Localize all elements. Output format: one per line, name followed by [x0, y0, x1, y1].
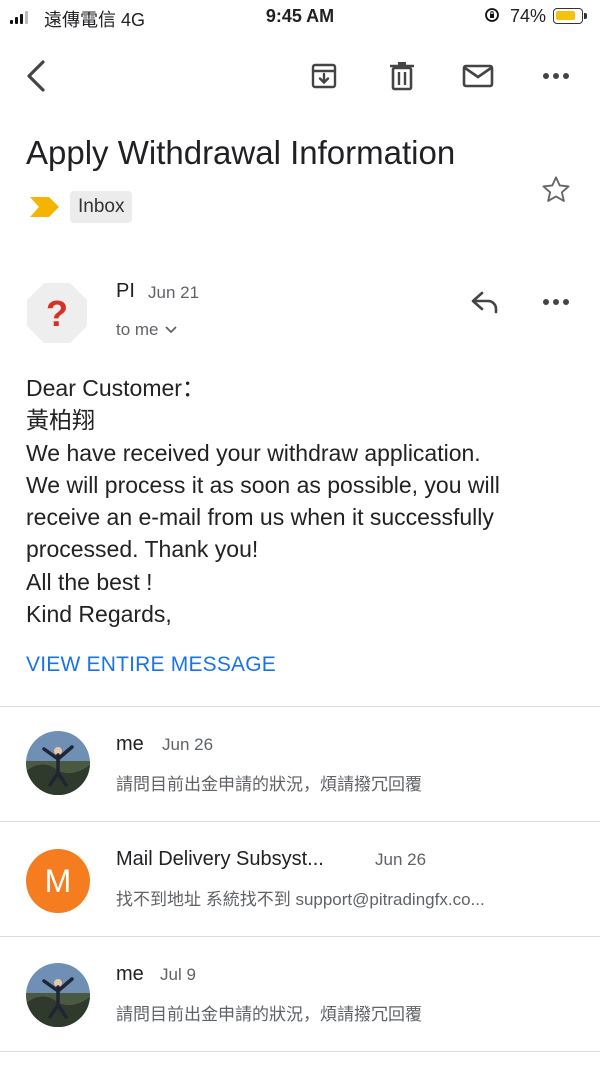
- message-more-button[interactable]: [536, 282, 576, 322]
- thread-message-item[interactable]: me Jul 9 請問目前出金申請的狀況，煩請撥冗回覆: [0, 937, 600, 1051]
- thread-sender: Mail Delivery Subsyst...: [116, 848, 324, 870]
- trash-icon: [390, 62, 414, 91]
- thread-snippet: 請問目前出金申請的狀況，煩請撥冗回覆: [116, 1005, 422, 1024]
- more-options-button[interactable]: [536, 56, 576, 96]
- thread-message-item[interactable]: M Mail Delivery Subsyst... Jun 26 找不到地址 …: [0, 822, 600, 936]
- body-line: processed. Thank you!: [26, 536, 259, 563]
- avatar-photo: [26, 963, 90, 1027]
- chevron-down-icon: [164, 326, 177, 334]
- battery-percent: 74%: [510, 6, 547, 26]
- battery-icon: [553, 8, 587, 24]
- recipient-label: to me: [116, 320, 159, 339]
- chevron-left-icon: [27, 60, 45, 92]
- body-line: We will process it as soon as possible, …: [26, 471, 500, 498]
- thread-message-item[interactable]: me Jun 26 請問目前出金申請的狀況，煩請撥冗回覆: [0, 707, 600, 821]
- star-icon: [542, 176, 570, 202]
- more-horizontal-icon: [543, 299, 569, 305]
- body-line: All the best !: [26, 568, 153, 595]
- recipient-details-toggle[interactable]: to me: [116, 320, 177, 340]
- avatar-letter: M: [26, 849, 90, 913]
- delete-button[interactable]: [382, 56, 422, 96]
- archive-button[interactable]: [304, 56, 344, 96]
- avatar-photo: [26, 731, 90, 795]
- envelope-icon: [462, 64, 494, 88]
- thread-date: Jun 26: [375, 850, 427, 869]
- body-line: Dear Customer：: [26, 375, 205, 401]
- status-bar: 遠傳電信 4G 9:45 AM 74%: [0, 0, 600, 34]
- view-entire-message-link[interactable]: VIEW ENTIRE MESSAGE: [26, 653, 276, 677]
- thread-date: Jul 9: [160, 965, 196, 984]
- thread-sender: me: [116, 733, 144, 755]
- thread-date: Jun 26: [162, 735, 214, 754]
- rotation-lock-icon: [484, 7, 500, 28]
- back-button[interactable]: [18, 56, 54, 96]
- divider: [0, 1051, 600, 1052]
- email-subject: Apply Withdrawal Information: [26, 134, 456, 171]
- message-body: Dear Customer： 黃柏翔 We have received your…: [26, 372, 586, 630]
- more-horizontal-icon: [543, 73, 569, 79]
- archive-icon: [311, 63, 337, 89]
- reply-icon: [471, 291, 498, 314]
- thread-snippet: 找不到地址 系統找不到 support@pitradingfx.co...: [116, 890, 485, 909]
- body-line: Kind Regards,: [26, 601, 172, 628]
- message-date: Jun 21: [148, 283, 200, 302]
- thread-snippet: 請問目前出金申請的狀況，煩請撥冗回覆: [116, 775, 422, 794]
- mark-unread-button[interactable]: [458, 56, 498, 96]
- avatar-question-mark: ?: [46, 293, 68, 334]
- body-line: We have received your withdraw applicati…: [26, 439, 481, 466]
- important-marker-icon[interactable]: [30, 197, 60, 222]
- sender-avatar: ?: [26, 282, 88, 344]
- sender-name: PI: [116, 280, 135, 302]
- label-chip-inbox[interactable]: Inbox: [70, 191, 133, 223]
- reply-button[interactable]: [464, 282, 506, 322]
- body-line: 黃柏翔: [26, 407, 95, 434]
- body-line: receive an e-mail from us when it succes…: [26, 504, 494, 531]
- thread-sender: me: [116, 963, 144, 985]
- star-button[interactable]: [536, 170, 576, 210]
